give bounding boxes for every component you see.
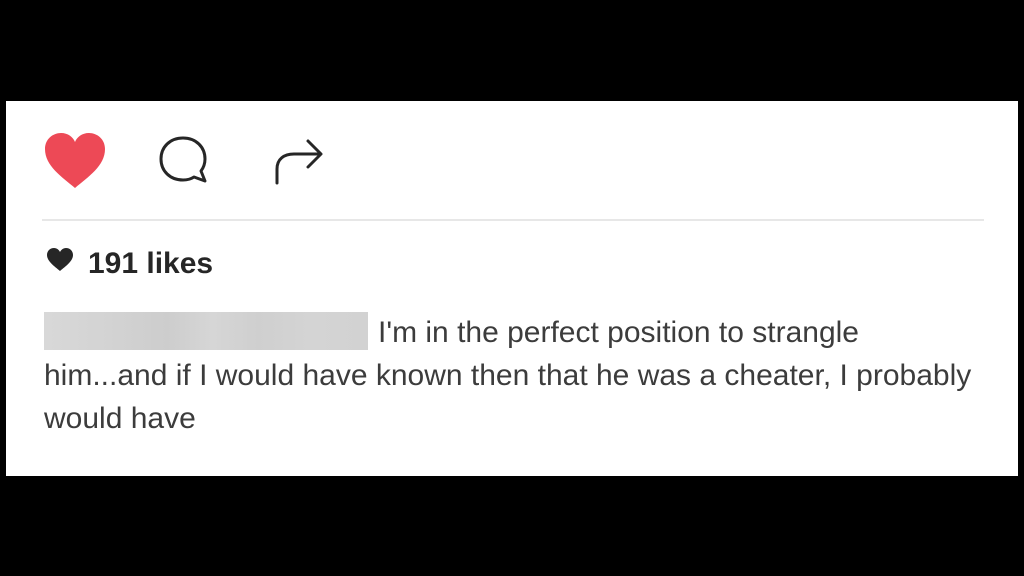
heart-filled-icon[interactable] — [42, 130, 108, 192]
comment-bubble-icon[interactable] — [152, 131, 214, 191]
heart-small-icon — [46, 247, 88, 281]
post-caption: I'm in the perfect position to strangle … — [44, 311, 984, 440]
post-card: 191 likes I'm in the perfect position to… — [6, 101, 1018, 476]
post-action-bar — [42, 129, 328, 193]
redacted-username — [44, 312, 368, 350]
likes-count[interactable]: 191 likes — [46, 247, 213, 281]
share-arrow-icon[interactable] — [268, 133, 328, 189]
likes-count-label: 191 likes — [88, 247, 214, 280]
action-bar-divider — [42, 219, 984, 221]
